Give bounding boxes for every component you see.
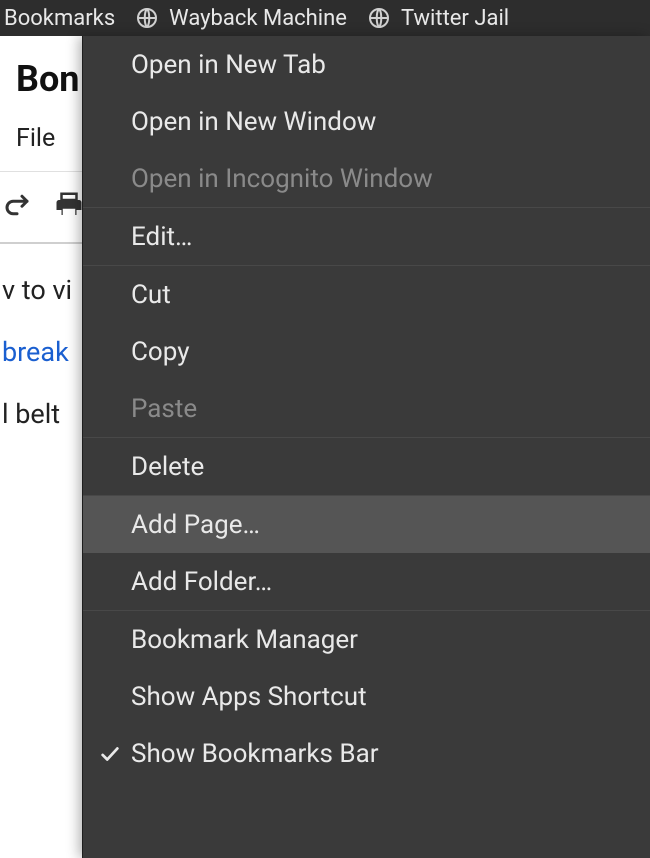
- globe-icon: [367, 6, 391, 30]
- print-icon[interactable]: [54, 190, 84, 224]
- context-menu-item-open-in-new-tab[interactable]: Open in New Tab: [83, 36, 650, 93]
- redo-icon[interactable]: [2, 190, 32, 224]
- bookmark-item-wayback[interactable]: Wayback Machine: [135, 6, 347, 31]
- context-menu-item-label: Paste: [131, 394, 197, 424]
- context-menu-item-cut[interactable]: Cut: [83, 266, 650, 323]
- context-menu-item-label: Show Bookmarks Bar: [131, 739, 379, 769]
- context-menu-item-label: Bookmark Manager: [131, 625, 358, 655]
- context-menu-item-label: Add Folder…: [131, 567, 272, 597]
- context-menu-item-paste: Paste: [83, 380, 650, 437]
- context-menu-item-label: Copy: [131, 337, 190, 367]
- context-menu-item-label: Cut: [131, 280, 171, 310]
- bookmark-item-label: Twitter Jail: [401, 6, 509, 31]
- context-menu-item-label: Show Apps Shortcut: [131, 682, 367, 712]
- context-menu-item-show-bookmarks-bar[interactable]: Show Bookmarks Bar: [83, 725, 650, 782]
- context-menu-item-copy[interactable]: Copy: [83, 323, 650, 380]
- context-menu-item-label: Open in New Window: [131, 107, 376, 137]
- globe-icon: [135, 6, 159, 30]
- bookmark-context-menu: Open in New Tab Open in New Window Open in…: [82, 36, 650, 858]
- context-menu-item-label: Open in Incognito Window: [131, 164, 433, 194]
- context-menu-item-label: Open in New Tab: [131, 50, 326, 80]
- bookmark-item-twitter-jail[interactable]: Twitter Jail: [367, 6, 509, 31]
- top-menubar: Bookmarks Wayback Machine Twitter Jail: [0, 0, 650, 36]
- context-menu-item-bookmark-manager[interactable]: Bookmark Manager: [83, 611, 650, 668]
- bookmark-item-label: Wayback Machine: [169, 6, 347, 31]
- context-menu-item-show-apps-shortcut[interactable]: Show Apps Shortcut: [83, 668, 650, 725]
- context-menu-item-add-page[interactable]: Add Page…: [83, 496, 650, 553]
- menubar-bookmarks-label: Bookmarks: [4, 6, 115, 31]
- context-menu-item-delete[interactable]: Delete: [83, 438, 650, 495]
- context-menu-item-label: Delete: [131, 452, 204, 482]
- context-menu-item-label: Add Page…: [131, 510, 260, 540]
- context-menu-item-label: Edit…: [131, 222, 192, 252]
- checkmark-icon: [97, 741, 123, 767]
- context-menu-item-edit[interactable]: Edit…: [83, 208, 650, 265]
- menubar-bookmarks[interactable]: Bookmarks: [4, 6, 115, 31]
- context-menu-item-add-folder[interactable]: Add Folder…: [83, 553, 650, 610]
- context-menu-item-open-in-new-window[interactable]: Open in New Window: [83, 93, 650, 150]
- context-menu-item-open-in-incognito-window: Open in Incognito Window: [83, 150, 650, 207]
